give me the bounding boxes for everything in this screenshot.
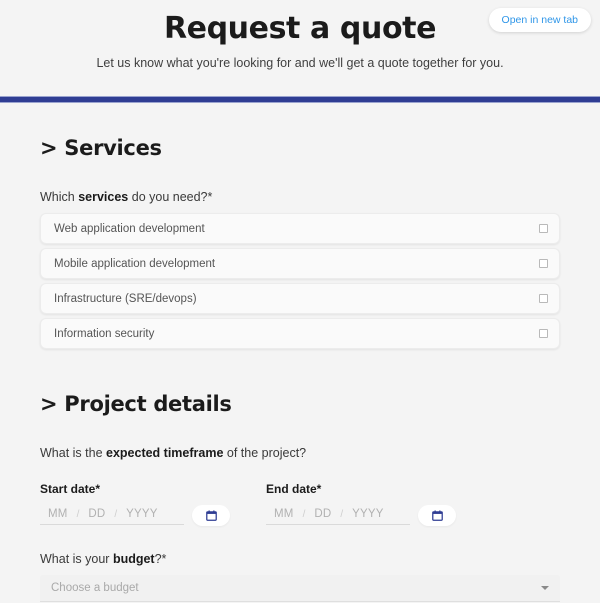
checkbox-icon[interactable] (539, 329, 548, 338)
start-date-calendar-button[interactable] (192, 505, 230, 526)
end-date-separator-2: / (340, 508, 344, 520)
timeframe-question-label: What is the expected timeframe of the pr… (0, 446, 600, 460)
services-question-label: Which services do you need?* (0, 190, 600, 204)
budget-question-prefix: What is your (40, 552, 113, 566)
list-item[interactable]: Infrastructure (SRE/devops) (40, 283, 560, 314)
list-item[interactable]: Information security (40, 318, 560, 349)
list-item[interactable]: Web application development (40, 213, 560, 244)
services-option-list: Web application development Mobile appli… (0, 213, 600, 349)
option-label: Information security (54, 327, 155, 340)
timeframe-question-suffix: of the project? (223, 446, 307, 460)
page-header: Request a quote Let us know what you're … (0, 0, 600, 96)
end-date-group: End date* MM / DD / YYYY (266, 482, 492, 526)
start-date-separator-2: / (114, 508, 118, 520)
checkbox-icon[interactable] (539, 224, 548, 233)
chevron-down-icon[interactable] (541, 586, 549, 590)
start-date-separator-1: / (76, 508, 80, 520)
timeframe-question-prefix: What is the (40, 446, 106, 460)
option-label: Mobile application development (54, 257, 216, 270)
budget-question-bold: budget (112, 552, 155, 566)
calendar-icon (205, 510, 217, 521)
page-subtitle: Let us know what you're looking for and … (96, 55, 504, 70)
services-question-prefix: Which (40, 190, 79, 204)
services-question-suffix: do you need?* (128, 190, 213, 204)
section-heading-services: > Services (40, 136, 162, 160)
start-date-input[interactable]: MM / DD / YYYY (40, 506, 184, 525)
budget-question-suffix: ?* (154, 552, 167, 566)
budget-question-label: What is your budget?* (0, 552, 600, 566)
timeframe-question-bold: expected timeframe (106, 446, 224, 460)
date-range-row: Start date* MM / DD / YYYY End date* MM … (0, 482, 600, 526)
start-date-day-segment[interactable]: DD (88, 508, 105, 520)
end-date-calendar-button[interactable] (418, 505, 456, 526)
start-date-group: Start date* MM / DD / YYYY (40, 482, 266, 526)
services-question-bold: services (78, 190, 129, 204)
start-date-input-wrap: MM / DD / YYYY (40, 505, 266, 526)
budget-select-placeholder: Choose a budget (51, 582, 139, 594)
start-date-year-segment[interactable]: YYYY (126, 508, 157, 520)
open-in-new-tab-button[interactable]: Open in new tab (488, 8, 591, 32)
end-date-separator-1: / (302, 508, 306, 520)
checkbox-icon[interactable] (539, 259, 548, 268)
accent-divider (0, 96, 600, 103)
list-item[interactable]: Mobile application development (40, 248, 560, 279)
end-date-day-segment[interactable]: DD (314, 508, 331, 520)
end-date-input[interactable]: MM / DD / YYYY (266, 506, 410, 525)
option-label: Web application development (54, 222, 205, 235)
start-date-label: Start date* (40, 482, 101, 496)
section-heading-project-details: > Project details (40, 392, 232, 416)
budget-select[interactable]: Choose a budget (40, 575, 560, 602)
end-date-input-wrap: MM / DD / YYYY (266, 505, 492, 526)
calendar-icon (431, 510, 443, 521)
start-date-month-segment[interactable]: MM (48, 508, 68, 520)
end-date-label: End date* (266, 482, 322, 496)
checkbox-icon[interactable] (539, 294, 548, 303)
quote-form: > Services Which services do you need?* … (0, 103, 600, 602)
end-date-month-segment[interactable]: MM (274, 508, 294, 520)
option-label: Infrastructure (SRE/devops) (54, 292, 197, 305)
end-date-year-segment[interactable]: YYYY (352, 508, 383, 520)
